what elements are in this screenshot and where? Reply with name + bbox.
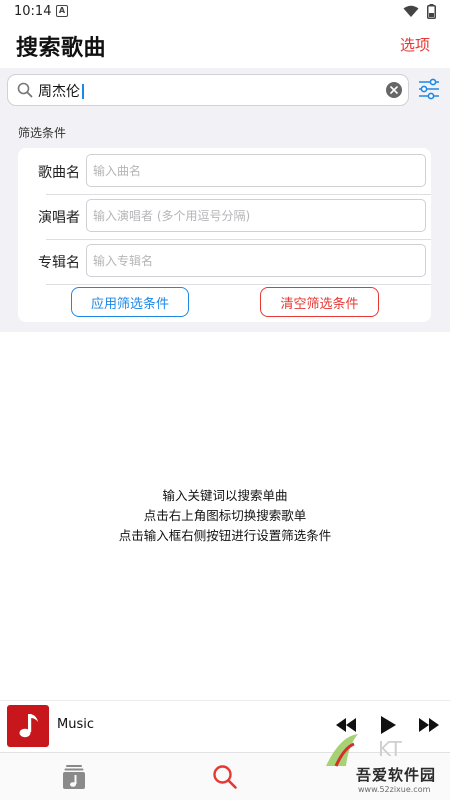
hint-line: 点击右上角图标切换搜索歌单 [143,508,307,523]
battery-icon [427,4,436,19]
track-title[interactable]: Music [57,717,94,732]
singer-input[interactable] [86,199,426,232]
watermark: KT 吾爱软件园 www.52zixue.com [318,728,448,800]
status-time: 10:14 [14,4,52,19]
app-header: 搜索歌曲 选项 [0,24,450,68]
status-bar: 10:14 A [0,0,450,24]
text-caret [82,84,84,99]
field-row-song: 歌曲名 [18,150,431,195]
watermark-text: 吾爱软件园 [356,766,437,784]
status-indicators [403,4,436,19]
watermark-url: www.52zixue.com [358,785,431,794]
filter-card: 歌曲名 演唱者 专辑名 应用筛选条件 清空筛选条件 [18,148,431,322]
filter-heading: 筛选条件 [18,126,67,140]
apply-filters-button[interactable]: 应用筛选条件 [71,287,189,317]
filter-settings-icon[interactable] [417,78,441,100]
album-name-label: 专辑名 [38,255,80,271]
song-name-label: 歌曲名 [38,165,80,181]
song-name-input[interactable] [86,154,426,187]
search-icon [17,82,33,98]
music-library-icon[interactable] [61,763,87,791]
divider [46,284,431,285]
field-row-singer: 演唱者 [18,195,431,240]
svg-text:KT: KT [378,737,403,761]
singer-label: 演唱者 [38,210,80,226]
search-input[interactable] [38,79,378,103]
album-name-input[interactable] [86,244,426,277]
music-note-icon [19,714,38,738]
options-button[interactable]: 选项 [400,34,430,55]
hint-line: 输入关键词以搜索单曲 [162,488,288,503]
album-art[interactable] [7,705,49,747]
search-row [0,68,450,112]
page-title: 搜索歌曲 [16,36,107,61]
clear-filters-button[interactable]: 清空筛选条件 [260,287,379,317]
notification-badge-icon: A [56,5,68,17]
wifi-icon [403,5,419,17]
empty-state-hints: 输入关键词以搜索单曲 点击右上角图标切换搜索歌单 点击输入框右侧按钮进行设置筛选… [0,486,450,546]
filter-section: 筛选条件 歌曲名 演唱者 专辑名 应用筛选条件 清空筛选条件 [0,112,450,332]
search-icon[interactable] [212,764,238,790]
clear-search-icon[interactable] [386,82,402,98]
search-box[interactable] [7,74,409,106]
watermark-logo-icon: KT [326,734,403,767]
field-row-album: 专辑名 [18,240,431,285]
hint-line: 点击输入框右侧按钮进行设置筛选条件 [118,528,332,543]
